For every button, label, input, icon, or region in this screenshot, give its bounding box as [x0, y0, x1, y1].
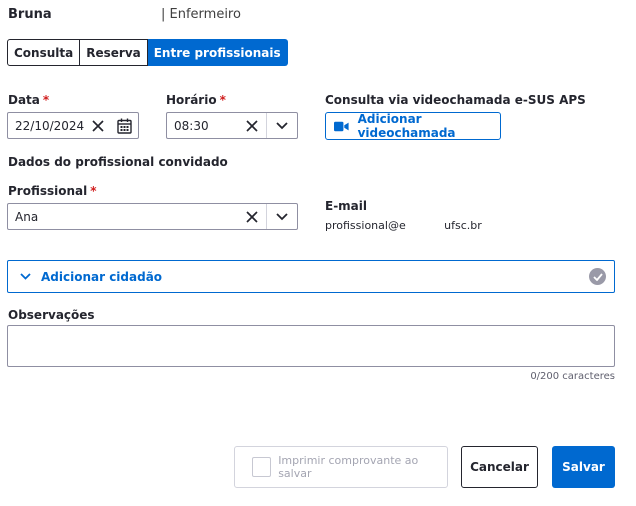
email-label: E-mail [325, 199, 368, 213]
observations-textarea[interactable] [7, 325, 615, 367]
check-circle-icon [589, 268, 606, 285]
email-value-text: profissional@e ufsc.br [325, 219, 482, 232]
invited-professional-section-title: Dados do profissional convidado [8, 155, 228, 169]
chevron-down-icon[interactable] [267, 113, 297, 138]
character-counter: 0/200 caracteres [530, 371, 615, 382]
calendar-icon[interactable] [111, 113, 138, 138]
video-camera-icon [334, 121, 349, 131]
required-marker: * [90, 184, 97, 198]
tab-reserva[interactable]: Reserva [80, 39, 148, 66]
professional-label-text: Profissional [8, 184, 88, 198]
professional-select[interactable]: Ana [7, 203, 298, 230]
chevron-down-icon[interactable] [267, 204, 297, 229]
professional-role: | Enfermeiro [161, 7, 241, 22]
professional-name: Bruna [8, 7, 52, 22]
tab-entre-profissionais[interactable]: Entre profissionais [147, 39, 288, 66]
add-video-call-button[interactable]: Adicionar videochamada [325, 112, 501, 140]
cancel-button[interactable]: Cancelar [461, 446, 538, 488]
date-field[interactable]: 22/10/2024 [7, 112, 139, 139]
time-input[interactable]: 08:30 [167, 119, 238, 133]
email-value: profissional@e ufsc.br [325, 219, 482, 232]
add-citizen-accordion[interactable]: Adicionar cidadão [7, 260, 615, 293]
close-icon[interactable] [238, 204, 266, 229]
chevron-down-icon [20, 273, 31, 280]
close-icon[interactable] [238, 113, 266, 138]
date-input[interactable]: 22/10/2024 [8, 119, 84, 133]
date-label: Data * [8, 93, 49, 107]
add-video-call-label: Adicionar videochamada [357, 112, 456, 140]
save-button[interactable]: Salvar [552, 446, 615, 488]
print-receipt-checkbox[interactable] [252, 457, 272, 477]
add-citizen-label: Adicionar cidadão [41, 269, 163, 284]
required-marker: * [42, 93, 50, 107]
professional-input[interactable]: Ana [8, 210, 238, 224]
required-marker: * [219, 93, 226, 107]
date-label-text: Data [8, 93, 40, 107]
video-call-label: Consulta via videochamada e-SUS APS [325, 93, 586, 107]
time-label-text: Horário [166, 93, 217, 107]
appointment-type-tabs: Consulta Reserva Entre profissionais [7, 39, 288, 66]
time-label: Horário * [166, 93, 226, 107]
print-receipt-label: Imprimir comprovante ao salvar [278, 454, 419, 480]
close-icon[interactable] [84, 113, 111, 138]
professional-label: Profissional * [8, 184, 97, 198]
observations-label: Observações [8, 308, 95, 322]
tab-consulta[interactable]: Consulta [7, 39, 81, 66]
time-select[interactable]: 08:30 [166, 112, 298, 139]
print-receipt-option: Imprimir comprovante ao salvar [234, 446, 448, 488]
